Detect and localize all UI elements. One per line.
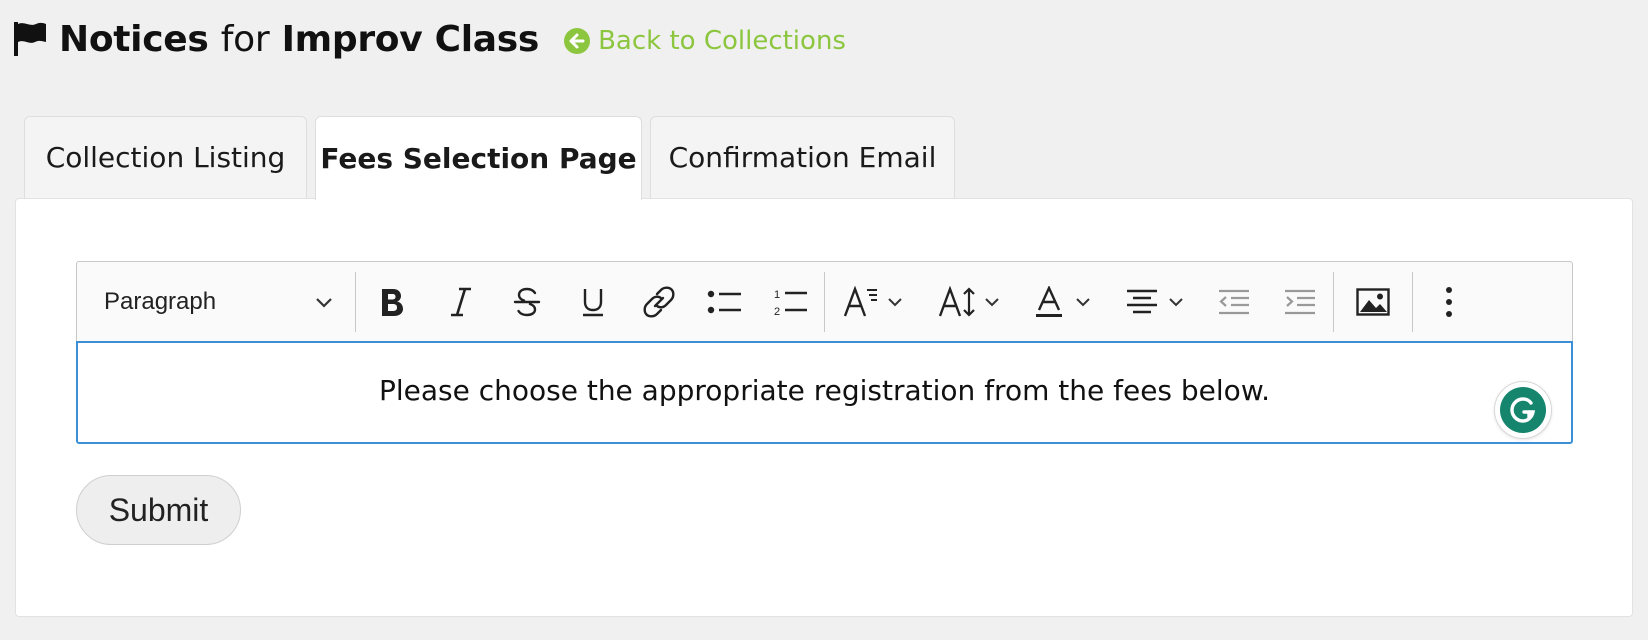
link-button[interactable] <box>626 274 692 330</box>
submit-button[interactable]: Submit <box>76 475 241 545</box>
title-collection-name: Improv Class <box>281 18 540 60</box>
indent-button[interactable] <box>1267 274 1333 330</box>
page-header: Notices for Improv Class Back to Collect… <box>12 14 846 64</box>
indent-icon <box>1284 288 1316 316</box>
tab-panel: Paragraph 1 2 Please choose the appropri… <box>15 198 1633 617</box>
font-family-icon <box>843 285 879 318</box>
underline-button[interactable] <box>560 274 626 330</box>
font-size-icon <box>938 285 978 318</box>
numbered-list-icon: 12 <box>773 286 809 318</box>
flag-icon <box>12 19 50 59</box>
chevron-down-icon <box>315 288 333 316</box>
editor-toolbar: Paragraph 1 2 <box>76 261 1573 341</box>
italic-icon <box>449 286 473 318</box>
underline-icon <box>579 286 607 318</box>
block-format-dropdown[interactable]: Paragraph <box>77 274 355 330</box>
link-icon <box>643 285 675 318</box>
chevron-down-icon <box>1168 297 1184 307</box>
grammarly-button[interactable] <box>1494 381 1552 439</box>
editor-content-area[interactable]: Please choose the appropriate registrati… <box>76 341 1573 444</box>
back-link-label: Back to Collections <box>598 26 846 56</box>
tab-collection-listing[interactable]: Collection Listing <box>24 116 307 198</box>
rich-text-editor: Paragraph 1 2 Please choose the appropri… <box>76 261 1573 444</box>
italic-button[interactable] <box>428 274 494 330</box>
chevron-down-icon <box>984 297 1000 307</box>
tab-confirmation-email[interactable]: Confirmation Email <box>650 116 955 198</box>
tab-bar: Collection Listing Fees Selection Page C… <box>24 116 963 200</box>
title-notices: Notices <box>59 18 209 60</box>
strikethrough-button[interactable] <box>494 274 560 330</box>
bulleted-list-button[interactable] <box>692 274 758 330</box>
strikethrough-icon <box>512 286 542 318</box>
insert-image-icon <box>1356 287 1390 316</box>
bold-button[interactable] <box>356 274 428 330</box>
block-format-value: Paragraph <box>104 287 217 315</box>
page-title: Notices for Improv Class <box>59 19 539 60</box>
more-options-button[interactable] <box>1413 274 1485 330</box>
font-color-icon <box>1035 285 1063 318</box>
font-size-dropdown[interactable] <box>921 274 1017 330</box>
chevron-down-icon <box>887 297 903 307</box>
grammarly-icon <box>1500 387 1546 433</box>
align-dropdown[interactable] <box>1109 274 1201 330</box>
tab-fees-selection-page[interactable]: Fees Selection Page <box>315 116 642 200</box>
insert-image-button[interactable] <box>1334 274 1412 330</box>
chevron-down-icon <box>1075 297 1091 307</box>
bold-icon <box>377 286 407 318</box>
arrow-left-circle-icon <box>563 27 591 55</box>
font-color-dropdown[interactable] <box>1017 274 1109 330</box>
outdent-button[interactable] <box>1201 274 1267 330</box>
editor-text: Please choose the appropriate registrati… <box>378 374 1271 407</box>
outdent-icon <box>1218 288 1250 316</box>
font-family-dropdown[interactable] <box>825 274 921 330</box>
numbered-list-button[interactable]: 12 <box>758 274 824 330</box>
bulleted-list-icon <box>707 288 743 316</box>
align-center-icon <box>1126 288 1158 316</box>
back-to-collections-link[interactable]: Back to Collections <box>563 26 846 56</box>
svg-text:2: 2 <box>774 306 780 318</box>
more-options-icon <box>1444 286 1454 318</box>
svg-text:1: 1 <box>774 289 780 301</box>
title-for: for <box>220 18 270 60</box>
